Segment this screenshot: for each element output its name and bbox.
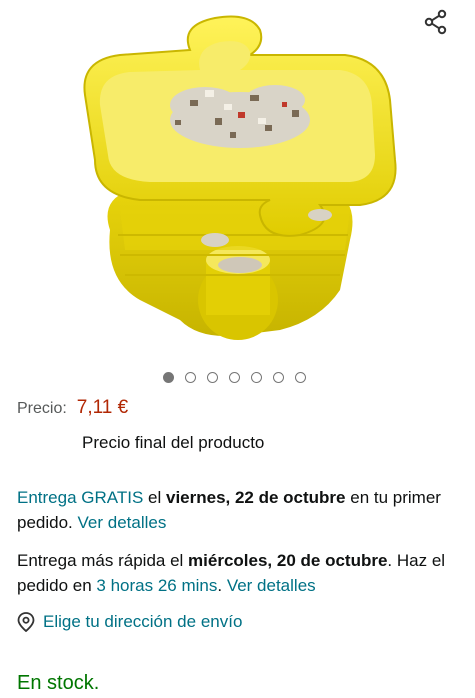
carousel-dot[interactable] bbox=[295, 372, 306, 383]
choose-address-link[interactable]: Elige tu dirección de envío bbox=[17, 612, 242, 632]
product-image[interactable] bbox=[0, 0, 475, 362]
fast-delivery-date: miércoles, 20 de octubre bbox=[188, 551, 388, 570]
carousel-dot[interactable] bbox=[207, 372, 218, 383]
price-value: 7,11 € bbox=[76, 397, 129, 418]
carousel-dot[interactable] bbox=[163, 372, 174, 383]
stock-status: En stock. bbox=[17, 672, 100, 694]
choose-address-label: Elige tu dirección de envío bbox=[43, 612, 243, 631]
product-detail-page: Precio: 7,11 € Precio final del producto… bbox=[0, 0, 475, 698]
carousel-dot[interactable] bbox=[229, 372, 240, 383]
carousel-dot[interactable] bbox=[273, 372, 284, 383]
location-pin-icon bbox=[17, 612, 35, 632]
carousel-dot[interactable] bbox=[251, 372, 262, 383]
free-delivery-date: viernes, 22 de octubre bbox=[165, 488, 346, 507]
free-delivery-text: Entrega GRATIS bbox=[17, 488, 144, 507]
carousel-dot[interactable] bbox=[185, 372, 196, 383]
puzzle-sorter-trays-image bbox=[83, 15, 397, 340]
delivery-fast-info: Entrega más rápida el miércoles, 20 de o… bbox=[17, 551, 446, 595]
fast-delivery-details-link[interactable]: Ver detalles bbox=[227, 576, 316, 595]
order-countdown: 3 horas 26 mins bbox=[96, 576, 218, 595]
share-icon bbox=[424, 9, 447, 35]
price-note: Precio final del producto bbox=[82, 433, 265, 452]
price-row: Precio: 7,11 € bbox=[17, 397, 128, 419]
free-delivery-details-link[interactable]: Ver detalles bbox=[78, 513, 167, 532]
delivery-free-info: Entrega GRATIS el viernes, 22 de octubre… bbox=[17, 488, 441, 532]
share-button[interactable] bbox=[419, 5, 453, 39]
price-label: Precio: bbox=[17, 400, 67, 417]
image-carousel-indicator bbox=[0, 371, 475, 385]
